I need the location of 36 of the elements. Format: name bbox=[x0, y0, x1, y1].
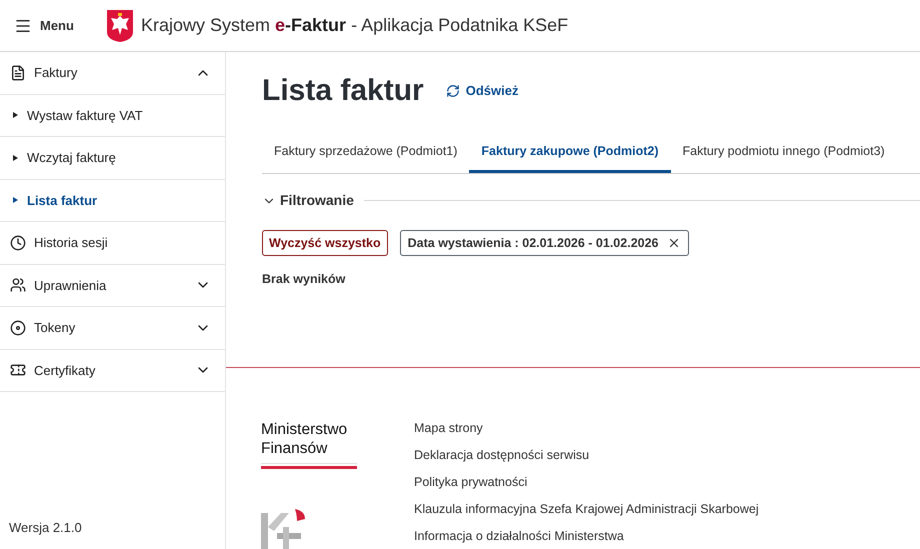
bullet-icon bbox=[13, 112, 18, 118]
sidebar-item[interactable]: Historia sesji bbox=[0, 222, 225, 264]
sidebar-subitem[interactable]: Lista faktur bbox=[0, 180, 225, 222]
sidebar-item[interactable]: Uprawnienia bbox=[0, 264, 225, 307]
footer-link[interactable]: Informacja o działalności Ministerstwa bbox=[414, 528, 759, 545]
sidebar-item[interactable]: Faktury bbox=[0, 52, 225, 94]
footer-link[interactable]: Polityka prywatności bbox=[414, 474, 759, 491]
version-text: Wersja 2.1.0 bbox=[9, 518, 83, 537]
clock-icon bbox=[10, 234, 26, 251]
no-results-text: Brak wyników bbox=[262, 271, 346, 288]
filter-toggle[interactable]: Filtrowanie bbox=[262, 190, 354, 211]
tab[interactable]: Faktury zakupowe (Podmiot2) bbox=[469, 133, 671, 173]
footer-link[interactable]: Deklaracja dostępności serwisu bbox=[414, 447, 759, 464]
refresh-button[interactable]: Odśwież bbox=[446, 80, 518, 100]
footer-link[interactable]: Klauzula informacyjna Szefa Krajowej Administracji Skarbowej bbox=[414, 501, 759, 518]
clear-all-button[interactable]: Wyczyść wszystko bbox=[262, 230, 388, 256]
ticket-icon bbox=[10, 362, 26, 378]
sidebar-item[interactable]: Tokeny bbox=[0, 307, 225, 350]
sidebar-item[interactable]: Certyfikaty bbox=[0, 350, 225, 392]
people-icon bbox=[10, 277, 26, 294]
sidebar-subitem[interactable]: Wczytaj fakturę bbox=[0, 137, 225, 180]
bullet-icon bbox=[13, 197, 18, 204]
document-icon bbox=[10, 64, 26, 81]
menu-button[interactable]: Menu bbox=[14, 16, 74, 36]
refresh-icon bbox=[446, 84, 460, 98]
footer-link[interactable]: Mapa strony bbox=[414, 420, 759, 437]
bullet-icon bbox=[13, 154, 18, 161]
emblem-icon bbox=[106, 10, 133, 42]
tab[interactable]: Faktury sprzedażowe (Podmiot1) bbox=[262, 133, 470, 173]
sidebar-subitem[interactable]: Wystaw fakturę VAT bbox=[0, 94, 225, 137]
app-title: Krajowy System e-Faktur - Aplikacja Podatnika KSeF bbox=[140, 14, 568, 37]
disc-icon bbox=[10, 320, 26, 336]
page-title: Lista faktur bbox=[262, 73, 424, 109]
tab[interactable]: Faktury podmiotu innego (Podmiot3) bbox=[670, 133, 897, 173]
filter-chip[interactable]: Data wystawienia : 02.01.2026 - 01.02.2026 bbox=[400, 230, 688, 256]
ministry-name: Ministerstwo Finansów bbox=[261, 420, 348, 458]
